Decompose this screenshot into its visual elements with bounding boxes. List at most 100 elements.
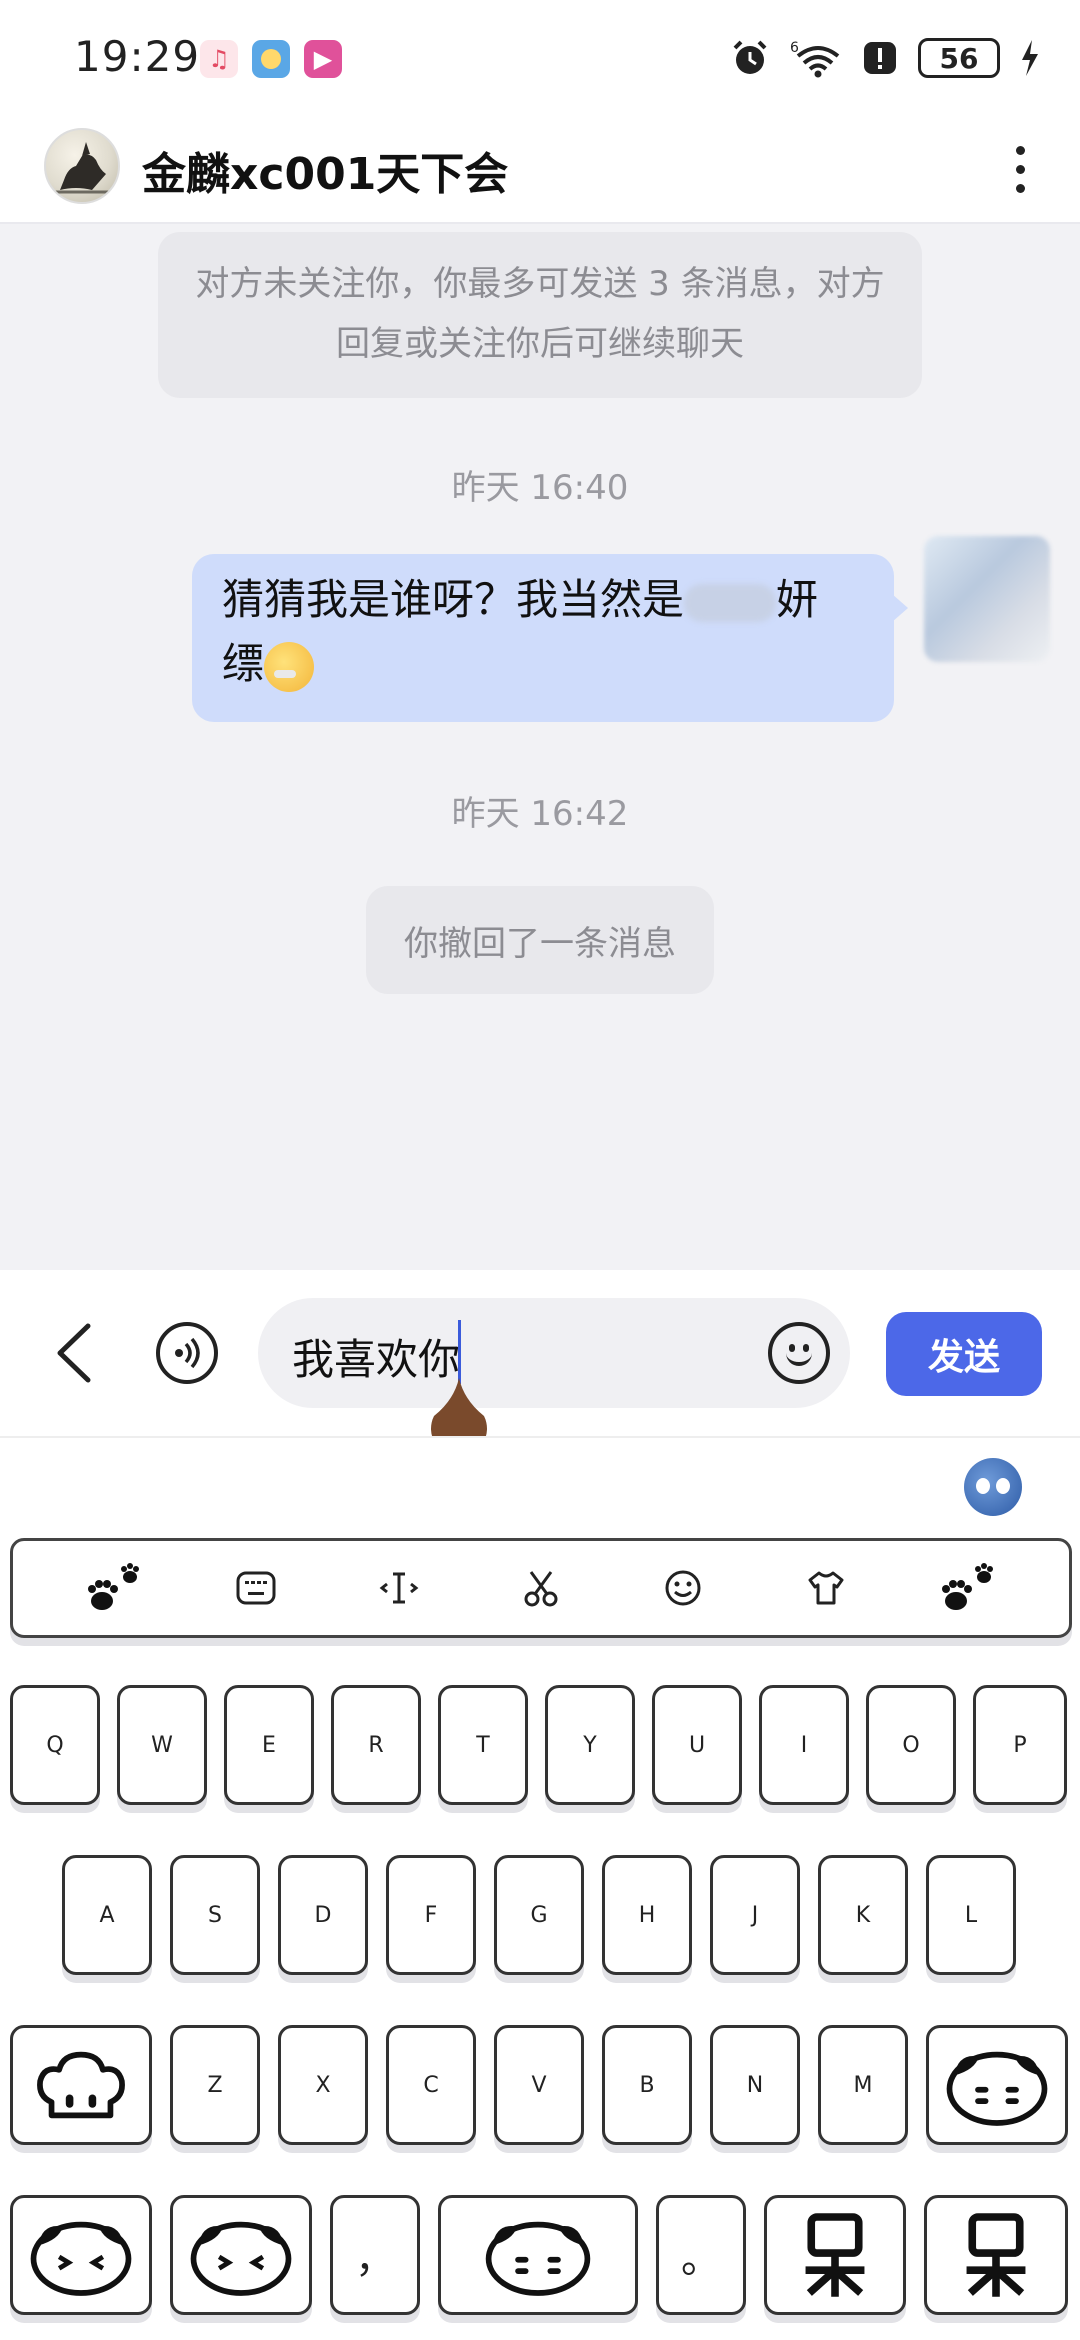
battery-indicator: 56 <box>918 38 1000 78</box>
key-v[interactable]: V <box>494 2025 584 2145</box>
status-indicators: 6 56 <box>730 38 1040 78</box>
video-app-icon: ▶ <box>304 40 342 78</box>
contact-name: 金麟xc001天下会 <box>142 149 509 200</box>
music-app-icon: ♫ <box>200 40 238 78</box>
status-bar: 19:29 ♫ ▶ 6 56 <box>0 0 1080 120</box>
emoji-button[interactable] <box>768 1322 830 1384</box>
keyboard-toolbar <box>10 1538 1072 1638</box>
message-line: 猜猜我是谁呀？我当然是 妍 <box>222 568 864 632</box>
message-timestamp: 昨天 16:40 <box>451 468 629 508</box>
blurred-text <box>684 583 777 622</box>
key-y[interactable]: Y <box>545 1685 635 1805</box>
self-avatar[interactable] <box>924 536 1050 662</box>
voice-wave-icon <box>175 1337 200 1369</box>
key-s[interactable]: S <box>170 1855 260 1975</box>
key-n[interactable]: N <box>710 2025 800 2145</box>
emoji-panel-icon[interactable] <box>653 1558 713 1618</box>
cursor-move-icon[interactable] <box>369 1558 429 1618</box>
skin-shirt-icon[interactable] <box>796 1558 856 1618</box>
bubble-tail <box>892 594 908 622</box>
back-chevron-icon[interactable] <box>50 1320 98 1386</box>
message-text: 缥 <box>222 639 265 688</box>
message-text: 猜猜我是谁呀？我当然是 <box>222 575 685 624</box>
keyboard-mascot-icon[interactable] <box>964 1458 1022 1516</box>
smile-icon <box>786 1350 812 1366</box>
key-o[interactable]: O <box>866 1685 956 1805</box>
scissors-icon[interactable] <box>511 1558 571 1618</box>
number-key[interactable] <box>170 2195 312 2315</box>
alarm-icon <box>733 40 767 74</box>
horse-rider-image <box>54 142 114 194</box>
message-text: 妍 <box>776 575 819 624</box>
notice-line: 对方未关注你，你最多可发送 3 条消息，对方 <box>195 264 885 304</box>
comma-key[interactable]: ， <box>330 2195 420 2315</box>
key-j[interactable]: J <box>710 1855 800 1975</box>
key-x[interactable]: X <box>278 2025 368 2145</box>
key-g[interactable]: G <box>494 1855 584 1975</box>
enter-key[interactable] <box>924 2195 1068 2315</box>
key-k[interactable]: K <box>818 1855 908 1975</box>
chat-area[interactable]: 对方未关注你，你最多可发送 3 条消息，对方 回复或关注你后可继续聊天 昨天 1… <box>0 224 1080 1270</box>
keyboard: Q W E R T Y U I O P A S D F G H J K L Z … <box>0 1660 1080 2340</box>
text-caret <box>458 1320 461 1384</box>
key-b[interactable]: B <box>602 2025 692 2145</box>
send-button[interactable]: 发送 <box>886 1312 1042 1396</box>
message-line: 缥 <box>222 632 864 696</box>
key-e[interactable]: E <box>224 1685 314 1805</box>
key-h[interactable]: H <box>602 1855 692 1975</box>
keyboard-top-bar <box>0 1436 1080 1536</box>
key-w[interactable]: W <box>117 1685 207 1805</box>
shift-key[interactable] <box>10 2025 152 2145</box>
status-app-icons: ♫ ▶ <box>200 40 342 78</box>
key-u[interactable]: U <box>652 1685 742 1805</box>
stick-figure-icon <box>805 2213 865 2297</box>
period-key[interactable]: 。 <box>656 2195 746 2315</box>
key-l[interactable]: L <box>926 1855 1016 1975</box>
charging-icon <box>1022 40 1038 76</box>
panda-face-icon <box>30 2221 132 2296</box>
keyboard-icon[interactable] <box>226 1558 286 1618</box>
emoticon-key[interactable] <box>764 2195 906 2315</box>
symbol-key[interactable] <box>10 2195 152 2315</box>
weather-app-icon <box>252 40 290 78</box>
follow-notice: 对方未关注你，你最多可发送 3 条消息，对方 回复或关注你后可继续聊天 <box>158 232 922 398</box>
input-bar: 我喜欢你 发送 <box>0 1270 1080 1452</box>
shushing-face-emoji <box>264 641 315 692</box>
key-p[interactable]: P <box>973 1685 1067 1805</box>
panda-face-icon <box>190 2221 292 2296</box>
chef-hat-icon <box>37 2051 125 2119</box>
more-options-button[interactable] <box>990 134 1050 204</box>
key-i[interactable]: I <box>759 1685 849 1805</box>
key-a[interactable]: A <box>62 1855 152 1975</box>
stick-figure-icon <box>966 2213 1026 2297</box>
key-c[interactable]: C <box>386 2025 476 2145</box>
alert-icon <box>864 42 896 74</box>
message-timestamp: 昨天 16:42 <box>451 794 629 834</box>
dot-icon <box>1015 145 1025 155</box>
panda-face-icon <box>485 2221 591 2296</box>
dot-icon <box>1015 183 1025 193</box>
sent-message-bubble[interactable]: 猜猜我是谁呀？我当然是 妍 缥 <box>192 554 894 722</box>
network-label: 6 <box>790 40 799 56</box>
key-d[interactable]: D <box>278 1855 368 1975</box>
panda-face-icon <box>946 2051 1048 2126</box>
backspace-key[interactable] <box>926 2025 1068 2145</box>
key-z[interactable]: Z <box>170 2025 260 2145</box>
paw-print-icon[interactable] <box>84 1558 144 1618</box>
key-r[interactable]: R <box>331 1685 421 1805</box>
key-t[interactable]: T <box>438 1685 528 1805</box>
status-time: 19:29 <box>74 32 201 81</box>
dot-icon <box>1015 164 1025 174</box>
paw-print-icon[interactable] <box>938 1558 998 1618</box>
recall-notice: 你撤回了一条消息 <box>366 886 714 994</box>
contact-avatar[interactable] <box>44 128 120 204</box>
notice-line: 回复或关注你后可继续聊天 <box>336 324 744 364</box>
space-key[interactable] <box>438 2195 638 2315</box>
key-m[interactable]: M <box>818 2025 908 2145</box>
chat-header: 金麟xc001天下会 <box>0 120 1080 224</box>
voice-input-button[interactable] <box>156 1322 218 1384</box>
message-input[interactable]: 我喜欢你 <box>258 1298 850 1408</box>
key-q[interactable]: Q <box>10 1685 100 1805</box>
wifi-icon: 6 <box>790 40 840 78</box>
key-f[interactable]: F <box>386 1855 476 1975</box>
